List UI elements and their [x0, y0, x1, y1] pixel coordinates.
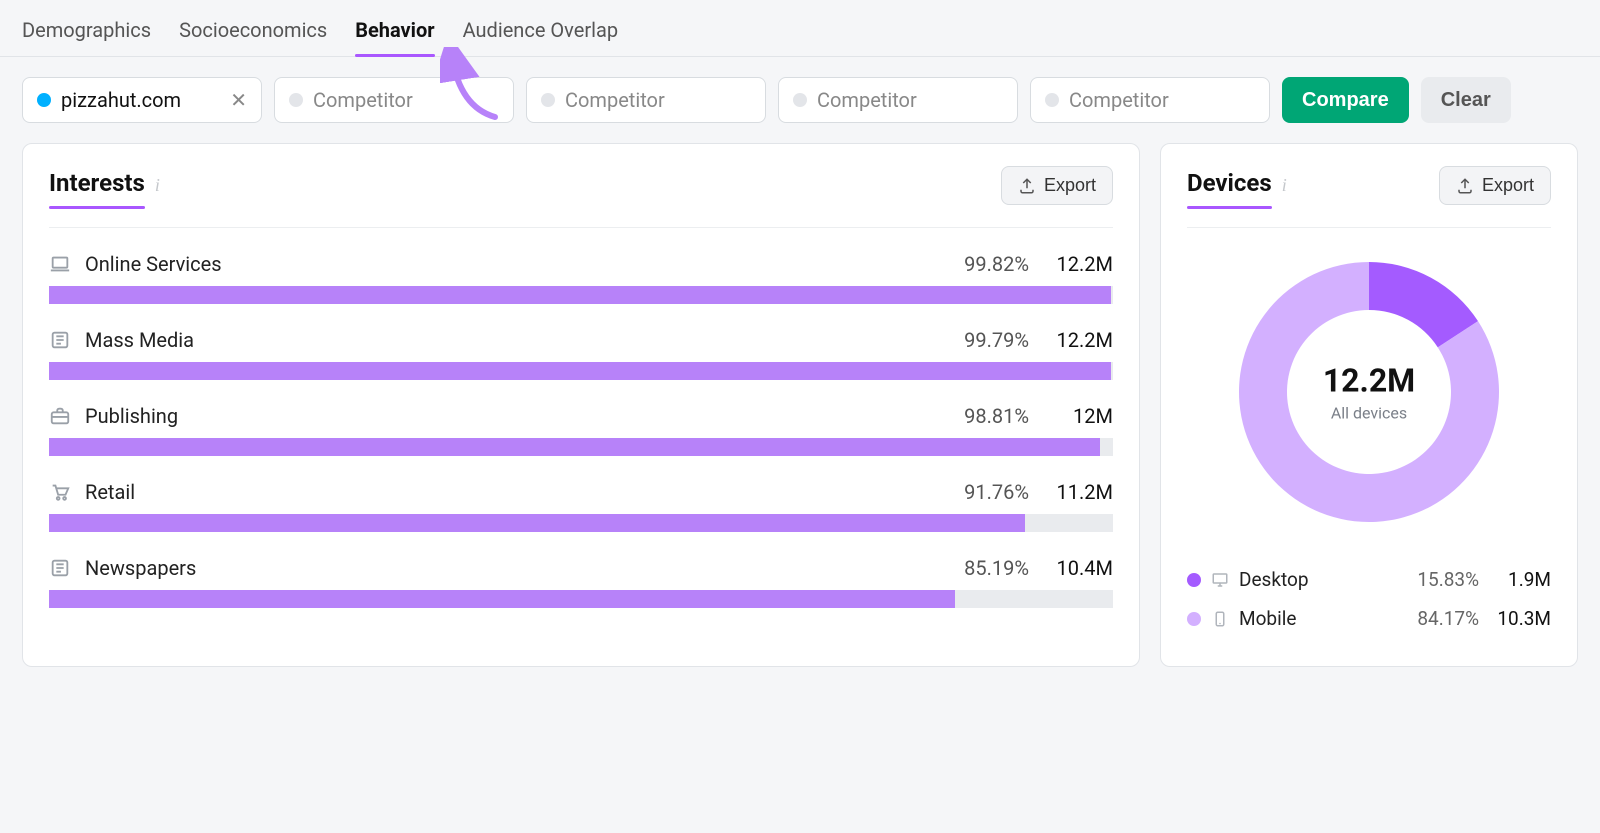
competitor-placeholder: Competitor [313, 88, 413, 112]
domain-color-dot [37, 93, 51, 107]
competitor-placeholder: Competitor [817, 88, 917, 112]
donut-sublabel: All devices [1323, 404, 1415, 423]
interest-label: Online Services [85, 252, 222, 276]
interest-bar-fill [49, 590, 955, 608]
interest-percent: 99.79% [964, 328, 1047, 352]
interest-bar-fill [49, 438, 1100, 456]
interest-row: Retail 91.76%11.2M [49, 480, 1113, 532]
devices-title: Devices [1187, 169, 1272, 203]
tab-socioeconomics[interactable]: Socioeconomics [179, 18, 327, 56]
interest-value: 12M [1047, 404, 1113, 428]
interest-bar-fill [49, 362, 1111, 380]
clear-button[interactable]: Clear [1421, 77, 1511, 123]
interest-value: 11.2M [1047, 480, 1113, 504]
close-icon[interactable]: ✕ [230, 90, 247, 110]
interest-row: Mass Media 99.79%12.2M [49, 328, 1113, 380]
tab-behavior[interactable]: Behavior [355, 18, 434, 56]
export-button-interests[interactable]: Export [1001, 166, 1113, 205]
interest-value: 12.2M [1047, 252, 1113, 276]
competitor-dot [1045, 93, 1059, 107]
devices-donut-chart: 12.2M All devices [1229, 252, 1509, 532]
interests-card: Interests i Export Online Services 99.82%… [22, 143, 1140, 667]
info-icon[interactable]: i [1282, 175, 1287, 196]
interest-bar-track [49, 362, 1113, 380]
mobile-icon [1211, 610, 1229, 628]
tabs-nav: Demographics Socioeconomics Behavior Aud… [0, 0, 1600, 57]
devices-header: Devices i Export [1187, 166, 1551, 228]
interest-bar-track [49, 438, 1113, 456]
export-label: Export [1482, 175, 1534, 196]
news-icon [49, 557, 71, 579]
desktop-icon [1211, 571, 1229, 589]
interest-label: Retail [85, 480, 135, 504]
interest-percent: 85.19% [964, 556, 1047, 580]
info-icon[interactable]: i [155, 175, 160, 196]
devices-legend: Desktop 15.83%1.9M Mobile 84.17%10.3M [1187, 560, 1551, 638]
export-button-devices[interactable]: Export [1439, 166, 1551, 205]
interest-bar-track [49, 286, 1113, 304]
interest-percent: 99.82% [964, 252, 1047, 276]
interest-bar-track [49, 514, 1113, 532]
interests-list: Online Services99.82%12.2MMass Media99.7… [49, 252, 1113, 608]
legend-label: Mobile [1239, 607, 1296, 630]
competitor-placeholder: Competitor [1069, 88, 1169, 112]
interest-value: 10.4M [1047, 556, 1113, 580]
export-icon [1018, 177, 1036, 195]
legend-color-dot [1187, 573, 1201, 587]
interest-label: Mass Media [85, 328, 194, 352]
competitor-input-4[interactable]: Competitor [1030, 77, 1270, 123]
competitor-input-2[interactable]: Competitor [526, 77, 766, 123]
legend-percent: 15.83% [1417, 568, 1495, 591]
legend-row: Desktop 15.83%1.9M [1187, 560, 1551, 599]
interest-label: Publishing [85, 404, 178, 428]
interest-label: Newspapers [85, 556, 196, 580]
interest-bar-fill [49, 514, 1025, 532]
donut-center: 12.2M All devices [1323, 362, 1415, 423]
competitor-input-3[interactable]: Competitor [778, 77, 1018, 123]
competitor-dot [793, 93, 807, 107]
news-icon [49, 329, 71, 351]
competitor-dot [289, 93, 303, 107]
interests-header: Interests i Export [49, 166, 1113, 228]
donut-total: 12.2M [1323, 362, 1415, 400]
interests-title: Interests [49, 169, 145, 203]
tab-audience-overlap[interactable]: Audience Overlap [463, 18, 618, 56]
export-label: Export [1044, 175, 1096, 196]
legend-color-dot [1187, 612, 1201, 626]
export-icon [1456, 177, 1474, 195]
legend-value: 10.3M [1495, 607, 1551, 630]
interest-percent: 91.76% [964, 480, 1047, 504]
competitor-dot [541, 93, 555, 107]
devices-card: Devices i Export 12.2M All devices Deskt… [1160, 143, 1578, 667]
interest-row: Online Services 99.82%12.2M [49, 252, 1113, 304]
legend-row: Mobile 84.17%10.3M [1187, 599, 1551, 638]
interest-value: 12.2M [1047, 328, 1113, 352]
legend-value: 1.9M [1495, 568, 1551, 591]
competitor-input-1[interactable]: Competitor [274, 77, 514, 123]
interest-row: Newspapers 85.19%10.4M [49, 556, 1113, 608]
interest-row: Publishing 98.81%12M [49, 404, 1113, 456]
competitor-placeholder: Competitor [565, 88, 665, 112]
domain-chip[interactable]: pizzahut.com ✕ [22, 77, 262, 123]
interest-bar-track [49, 590, 1113, 608]
filter-row: pizzahut.com ✕ Competitor Competitor Com… [0, 57, 1600, 143]
interest-bar-fill [49, 286, 1111, 304]
content-area: Interests i Export Online Services 99.82%… [0, 143, 1600, 689]
legend-percent: 84.17% [1417, 607, 1495, 630]
briefcase-icon [49, 405, 71, 427]
interest-percent: 98.81% [964, 404, 1047, 428]
domain-chip-text: pizzahut.com [61, 88, 181, 112]
legend-label: Desktop [1239, 568, 1309, 591]
cart-icon [49, 481, 71, 503]
tab-demographics[interactable]: Demographics [22, 18, 151, 56]
laptop-icon [49, 253, 71, 275]
compare-button[interactable]: Compare [1282, 77, 1409, 123]
